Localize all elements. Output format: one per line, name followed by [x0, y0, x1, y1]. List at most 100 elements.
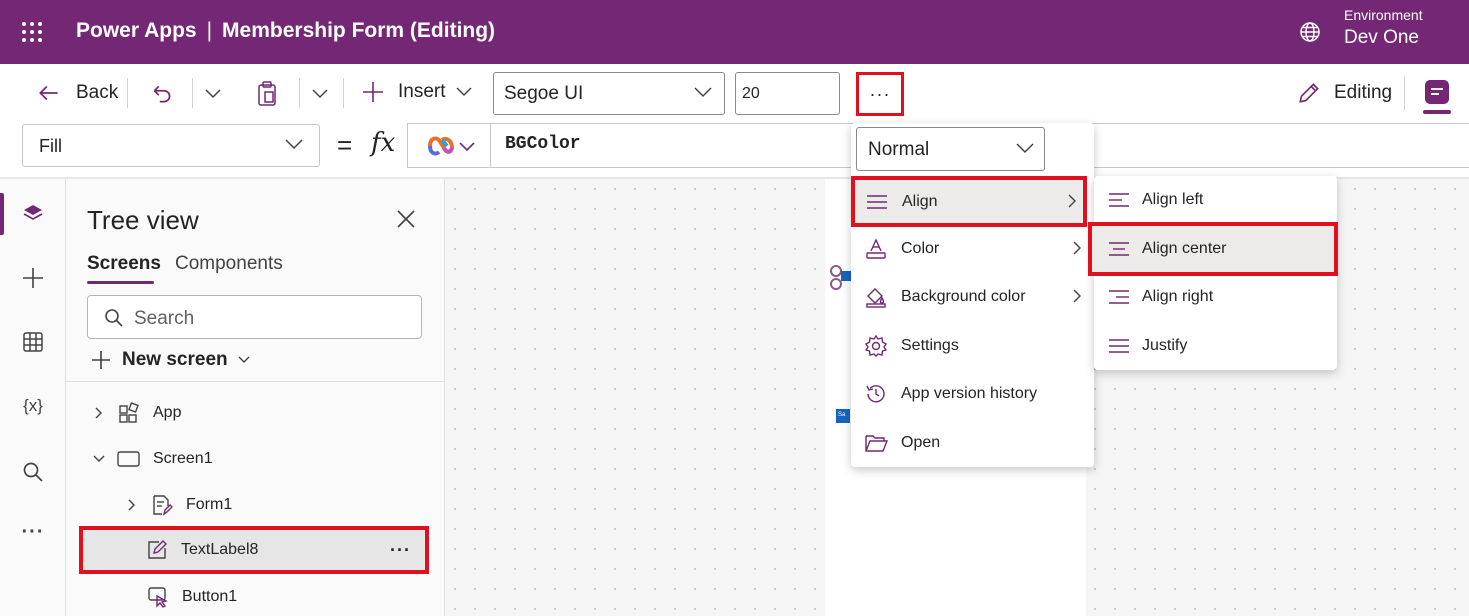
app-name: Power Apps: [76, 19, 197, 42]
search-icon[interactable]: [20, 459, 46, 485]
comments-icon[interactable]: [1423, 78, 1451, 114]
tree-node-textlabel8[interactable]: TextLabel8 ···: [79, 526, 429, 574]
app-launcher-icon[interactable]: [22, 22, 42, 42]
editing-label: Editing: [1334, 82, 1393, 103]
chevron-down-icon: [285, 139, 303, 150]
new-screen-button[interactable]: New screen: [90, 349, 250, 371]
copilot-icon[interactable]: [426, 134, 478, 158]
chevron-right-icon[interactable]: [128, 499, 136, 511]
toolbar-divider: [127, 78, 128, 108]
formula-text[interactable]: BGColor: [505, 134, 581, 154]
back-button[interactable]: Back: [36, 80, 118, 106]
submenu-item-align-center[interactable]: Align center: [1088, 222, 1338, 276]
submenu-item-label: Align right: [1142, 288, 1214, 305]
paint-bucket-icon: [863, 284, 889, 310]
submenu-item-label: Align center: [1142, 240, 1227, 257]
tree-view-panel: Tree view Screens Components Search New …: [66, 179, 445, 616]
menu-item-background-color[interactable]: Background color: [851, 273, 1094, 321]
font-size-input[interactable]: 20: [735, 72, 840, 115]
screen-icon: [117, 447, 141, 471]
align-center-icon: [1106, 236, 1132, 262]
chevron-down-icon: [694, 87, 712, 98]
formula-divider: [490, 124, 491, 167]
tree-node-label: TextLabel8: [181, 541, 259, 558]
environment-label: Environment: [1344, 7, 1423, 23]
menu-item-color[interactable]: Color: [851, 225, 1094, 273]
submenu-item-align-right[interactable]: Align right: [1094, 273, 1337, 321]
rail-selection-indicator: [0, 193, 4, 235]
paste-icon[interactable]: [255, 81, 279, 107]
search-icon: [105, 309, 123, 327]
more-commands-menu: Normal Align Color Background color Sett…: [851, 123, 1094, 467]
table-icon[interactable]: [20, 329, 46, 355]
editing-button[interactable]: Editing: [1296, 80, 1392, 106]
menu-item-open[interactable]: Open: [851, 419, 1094, 467]
text-style-dropdown[interactable]: Normal: [856, 127, 1045, 171]
layers-icon[interactable]: [20, 201, 46, 227]
tree-view-title: Tree view: [87, 205, 199, 235]
chevron-right-icon: [1073, 241, 1081, 255]
plus-icon[interactable]: [20, 265, 46, 291]
divider: [66, 381, 444, 382]
environment-name[interactable]: Dev One: [1344, 27, 1419, 49]
menu-item-label: Background color: [901, 288, 1026, 305]
undo-icon[interactable]: [149, 81, 175, 107]
toolbar-divider: [299, 78, 300, 108]
chevron-down-icon[interactable]: [311, 88, 329, 100]
more-commands-button[interactable]: ···: [856, 72, 904, 116]
app-icon: [117, 401, 141, 425]
submenu-item-align-left[interactable]: Align left: [1094, 176, 1337, 224]
tree-node-app[interactable]: App: [91, 401, 181, 425]
tab-components[interactable]: Components: [175, 253, 283, 275]
plus-icon: [92, 351, 110, 369]
search-placeholder: Search: [134, 308, 195, 329]
toolbar-divider: [343, 78, 344, 108]
chevron-right-icon[interactable]: [95, 407, 103, 419]
insert-button[interactable]: Insert: [361, 80, 472, 104]
back-label: Back: [76, 82, 119, 103]
tree-node-screen1[interactable]: Screen1: [91, 447, 213, 471]
tree-node-button1[interactable]: Button1: [146, 585, 237, 609]
tree-search-input[interactable]: Search: [87, 295, 422, 339]
chevron-down-icon: [1016, 143, 1034, 154]
close-icon[interactable]: [396, 209, 416, 229]
row-more-button[interactable]: ···: [390, 540, 411, 561]
tree-node-content: TextLabel8: [145, 538, 258, 562]
variables-icon[interactable]: {x}: [20, 393, 46, 419]
tree-node-label: App: [153, 404, 182, 421]
submenu-item-justify[interactable]: Justify: [1094, 322, 1337, 370]
arrow-left-icon: [39, 85, 58, 101]
menu-item-settings[interactable]: Settings: [851, 322, 1094, 370]
property-dropdown[interactable]: Fill: [22, 124, 320, 167]
font-family-dropdown[interactable]: Segoe UI: [493, 72, 725, 115]
toolbar-divider: [1404, 76, 1405, 110]
tree-node-label: Form1: [186, 496, 233, 513]
menu-item-align[interactable]: Align: [851, 176, 1087, 227]
command-toolbar: Back Insert Segoe UI 20 ··· Editing: [0, 64, 1469, 122]
folder-icon: [863, 430, 889, 456]
align-icon: [864, 189, 890, 215]
chevron-down-icon[interactable]: [204, 88, 222, 100]
tree-node-label: Screen1: [153, 450, 213, 467]
button-preview[interactable]: Sa: [836, 409, 850, 423]
chevron-down-icon[interactable]: [93, 455, 105, 463]
document-title: Membership Form (Editing): [222, 19, 496, 42]
tree-node-form1[interactable]: Form1: [124, 493, 232, 517]
tab-screens[interactable]: Screens: [87, 253, 161, 275]
chevron-down-icon: [456, 87, 472, 97]
toolbar-divider: [192, 78, 193, 108]
chevron-down-icon: [238, 356, 250, 363]
fx-icon[interactable]: fx: [371, 128, 395, 158]
left-rail: {x} ···: [0, 179, 66, 616]
new-screen-label: New screen: [122, 349, 228, 370]
text-color-icon: [863, 236, 889, 262]
globe-icon[interactable]: [1298, 20, 1322, 44]
menu-item-label: Settings: [901, 337, 959, 354]
settings-icon: [863, 333, 889, 359]
form-icon: [150, 493, 174, 517]
active-tab-indicator: [87, 281, 154, 284]
insert-label: Insert: [398, 81, 446, 102]
more-icon[interactable]: ···: [20, 519, 46, 545]
chevron-right-icon: [1073, 289, 1081, 303]
menu-item-app-version-history[interactable]: App version history: [851, 370, 1094, 418]
